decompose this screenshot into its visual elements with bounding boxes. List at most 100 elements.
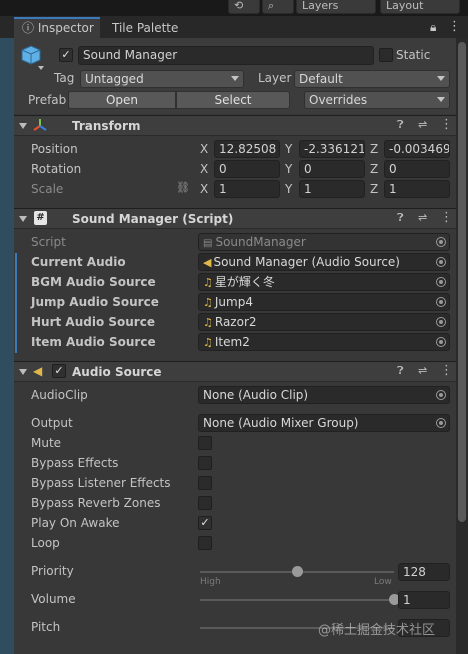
object-picker-icon[interactable] (436, 390, 446, 400)
prefab-label: Prefab (28, 93, 67, 107)
tab-inspector[interactable]: ⓘ Inspector (14, 17, 100, 39)
rotation-x-field[interactable]: 0 (214, 160, 280, 178)
position-y-axis[interactable]: Y (285, 142, 292, 156)
layout-dropdown[interactable]: Layout (380, 0, 460, 14)
bypass-listener-label: Bypass Listener Effects (31, 476, 171, 490)
audioclip-field[interactable]: None (Audio Clip) (198, 386, 450, 404)
loop-checkbox[interactable] (198, 536, 212, 550)
rotation-z-axis[interactable]: Z (370, 162, 378, 176)
rotation-y-axis[interactable]: Y (285, 162, 292, 176)
component-menu-icon[interactable]: ⋮ (440, 363, 453, 378)
layers-dropdown[interactable]: Layers (296, 0, 376, 14)
active-checkbox[interactable]: ✓ (59, 48, 73, 62)
bgm-field[interactable]: ♫ 星が輝く冬 (198, 273, 450, 291)
audio-source-title: Audio Source (72, 365, 162, 379)
priority-field[interactable]: 128 (398, 563, 450, 581)
item-field[interactable]: ♫ Item2 (198, 333, 450, 351)
volume-slider-track[interactable] (200, 599, 394, 601)
rotation-y-field[interactable]: 0 (299, 160, 365, 178)
output-value: None (Audio Mixer Group) (203, 416, 359, 430)
script-file-icon: ▤ (203, 238, 213, 249)
rotation-x-axis[interactable]: X (200, 162, 208, 176)
scale-z-axis[interactable]: Z (370, 182, 378, 196)
layer-value: Default (299, 72, 343, 86)
foldout-arrow-icon[interactable] (19, 369, 27, 375)
tag-dropdown[interactable]: Untagged (80, 70, 244, 88)
object-picker-icon[interactable] (436, 277, 446, 287)
layer-dropdown[interactable]: Default (294, 70, 450, 88)
object-picker-icon[interactable] (436, 337, 446, 347)
play-on-awake-checkbox[interactable]: ✓ (198, 516, 212, 530)
history-button[interactable]: ⟲ (228, 0, 260, 14)
foldout-arrow-icon[interactable] (19, 216, 27, 222)
icon-dropdown-caret-icon[interactable] (38, 66, 44, 70)
priority-slider-knob[interactable] (291, 566, 303, 577)
hurt-value: Razor2 (214, 315, 257, 329)
tag-label: Tag (54, 71, 75, 85)
tab-tile-palette[interactable]: Tile Palette (112, 17, 192, 39)
script-field: ▤ SoundManager (198, 233, 450, 251)
scene-view-edge (0, 38, 14, 654)
help-icon[interactable]: ❓︎ (397, 364, 404, 378)
position-z-field[interactable]: -0.003469 (384, 140, 450, 158)
component-menu-icon[interactable]: ⋮ (440, 210, 453, 225)
prefab-overrides-dropdown[interactable]: Overrides (304, 91, 450, 109)
rotation-z-field[interactable]: 0 (384, 160, 450, 178)
audioclip-value: None (Audio Clip) (203, 388, 309, 402)
prefab-open-button[interactable]: Open (68, 91, 176, 109)
constrain-proportions-icon[interactable]: ⛓ (176, 181, 190, 194)
component-menu-icon[interactable]: ⋮ (440, 117, 453, 132)
scale-y-field[interactable]: 1 (299, 180, 365, 198)
help-icon[interactable]: ❓︎ (397, 118, 404, 132)
volume-label: Volume (31, 592, 76, 606)
layout-label: Layout (386, 0, 424, 12)
audio-clip-icon: ♫ (203, 316, 213, 329)
object-picker-icon[interactable] (436, 257, 446, 267)
lock-icon[interactable]: 🔒︎ (430, 20, 436, 35)
audio-source-enabled-checkbox[interactable]: ✓ (52, 364, 66, 378)
volume-field[interactable]: 1 (398, 591, 450, 609)
hurt-label: Hurt Audio Source (31, 315, 155, 329)
bypass-listener-checkbox[interactable] (198, 476, 212, 490)
chevron-down-icon (437, 97, 445, 102)
scale-label: Scale (31, 182, 64, 196)
scale-y-axis[interactable]: Y (285, 182, 292, 196)
prefab-select-button[interactable]: Select (176, 91, 290, 109)
script-component-title: Sound Manager (Script) (72, 212, 234, 226)
scale-x-field[interactable]: 1 (214, 180, 280, 198)
jump-field[interactable]: ♫ Jump4 (198, 293, 450, 311)
search-button[interactable]: ⌕ (262, 0, 294, 14)
layers-label: Layers (302, 0, 339, 12)
output-field[interactable]: None (Audio Mixer Group) (198, 414, 450, 432)
csharp-script-icon: # (34, 211, 47, 225)
object-picker-icon[interactable] (436, 418, 446, 428)
preset-icon[interactable]: ⇌ (418, 364, 427, 377)
hurt-field[interactable]: ♫ Razor2 (198, 313, 450, 331)
preset-icon[interactable]: ⇌ (418, 118, 427, 131)
static-checkbox[interactable] (379, 48, 393, 62)
object-picker-icon[interactable] (436, 317, 446, 327)
help-icon[interactable]: ❓︎ (397, 211, 404, 225)
modified-indicator (15, 253, 17, 353)
mute-checkbox[interactable] (198, 436, 212, 450)
gameobject-name-field[interactable]: Sound Manager (78, 46, 374, 65)
foldout-arrow-icon[interactable] (19, 123, 27, 129)
bypass-effects-checkbox[interactable] (198, 456, 212, 470)
overrides-value: Overrides (309, 93, 368, 107)
layer-label: Layer (258, 71, 292, 85)
more-menu-icon[interactable]: ⋮ (448, 19, 461, 34)
position-z-axis[interactable]: Z (370, 142, 378, 156)
position-label: Position (31, 142, 78, 156)
position-y-field[interactable]: -2.336121 (299, 140, 365, 158)
scrollbar-thumb[interactable] (458, 42, 466, 522)
audio-source-icon: ◀︎ (203, 256, 212, 269)
current-audio-field[interactable]: ◀︎ Sound Manager (Audio Source) (198, 253, 450, 271)
preset-icon[interactable]: ⇌ (418, 211, 427, 224)
object-picker-icon[interactable] (436, 297, 446, 307)
position-x-axis[interactable]: X (200, 142, 208, 156)
position-x-field[interactable]: 12.82508 (214, 140, 280, 158)
bypass-reverb-checkbox[interactable] (198, 496, 212, 510)
speaker-icon: ◀︎ (33, 364, 43, 378)
scale-z-field[interactable]: 1 (384, 180, 450, 198)
scale-x-axis[interactable]: X (200, 182, 208, 196)
